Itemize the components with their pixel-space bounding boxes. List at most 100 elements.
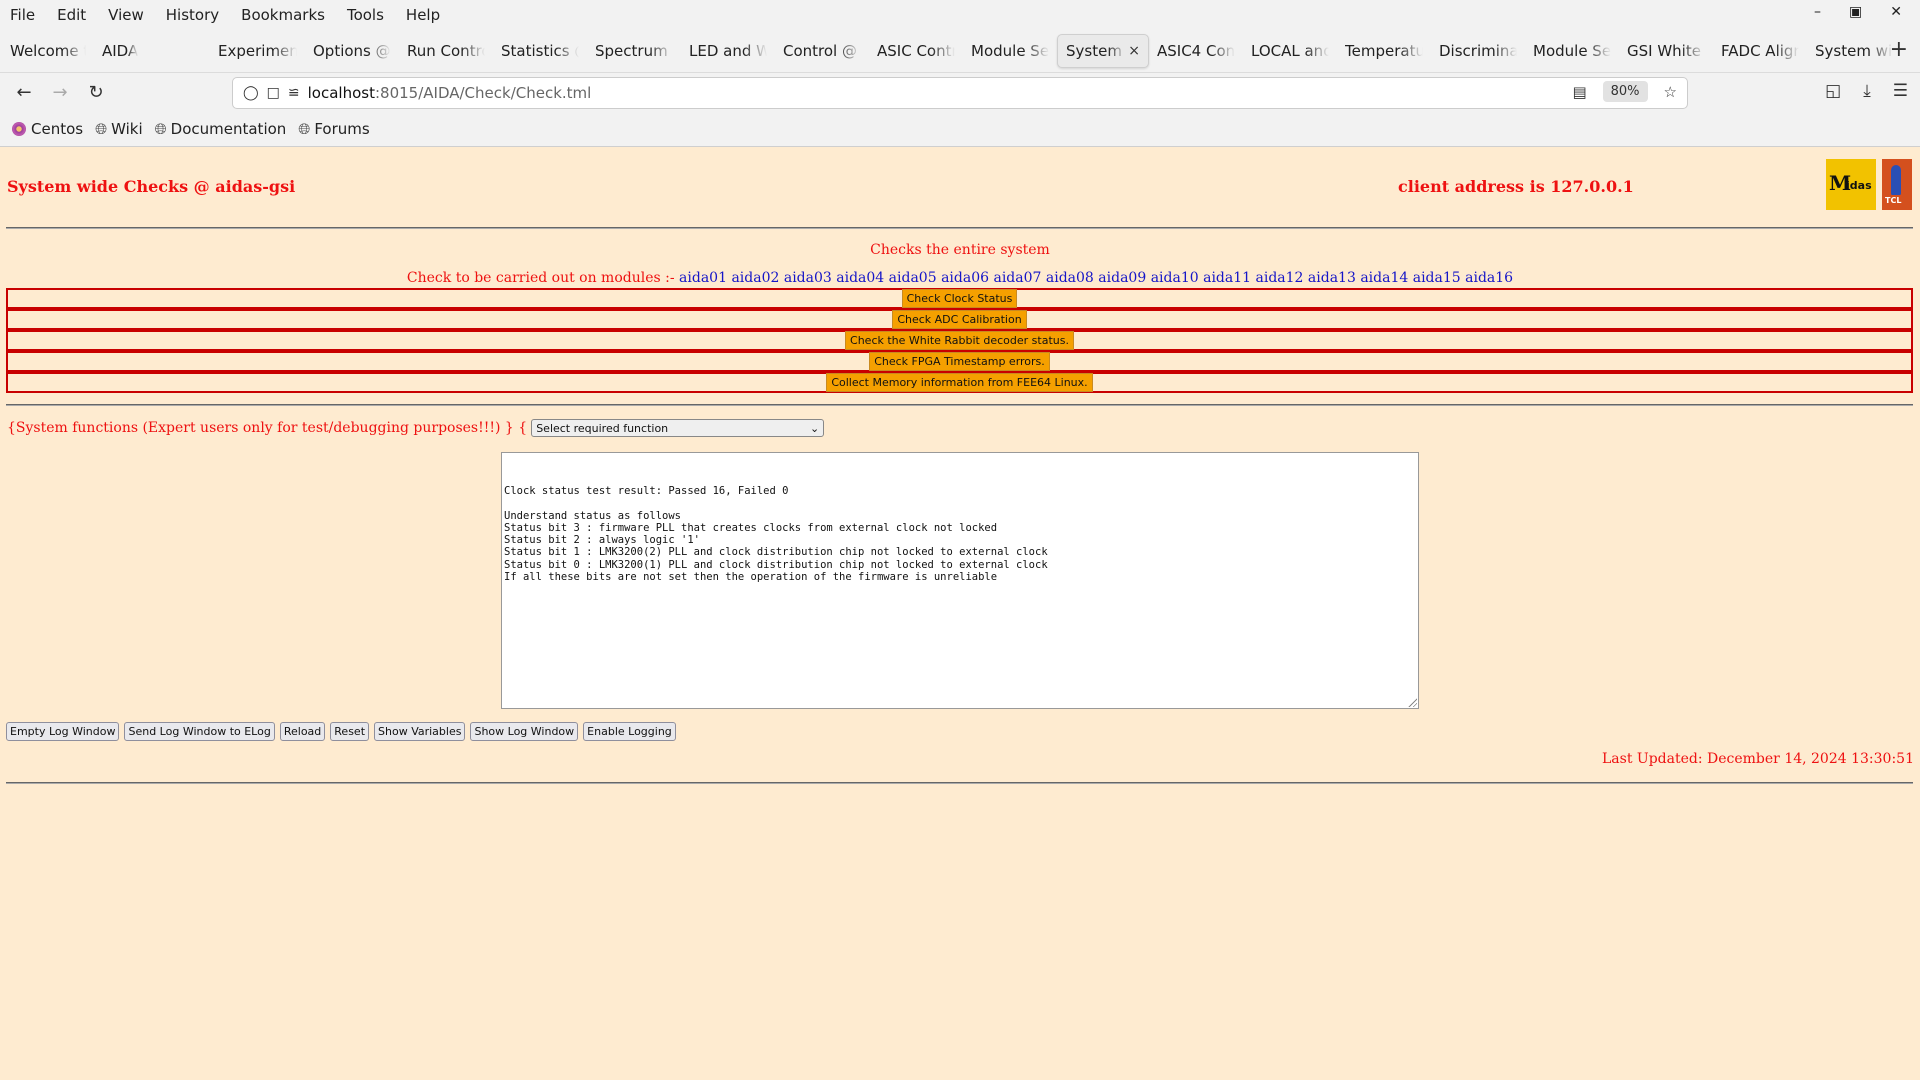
tcl-logo[interactable]: TCL <box>1882 159 1912 210</box>
app-menu-icon[interactable]: ☰ <box>1893 81 1908 101</box>
check-adc-calibration-button[interactable]: Check ADC Calibration <box>892 310 1027 329</box>
globe-icon: 🌐︎ <box>95 120 108 138</box>
module-link-aida02[interactable]: aida02 <box>731 270 779 286</box>
tab-15[interactable]: Discriminat <box>1431 34 1525 68</box>
module-link-aida04[interactable]: aida04 <box>836 270 884 286</box>
select-value: Select required function <box>536 421 669 435</box>
menu-view[interactable]: View <box>108 6 144 24</box>
module-link-aida12[interactable]: aida12 <box>1256 270 1304 286</box>
tab-0[interactable]: Welcome to <box>2 34 94 68</box>
tab-11[interactable]: System w× <box>1057 34 1149 68</box>
tab-3[interactable]: Options @ <box>305 34 399 68</box>
show-log-window-button[interactable]: Show Log Window <box>470 722 579 741</box>
reload-button[interactable]: Reload <box>279 722 326 741</box>
menu-tools[interactable]: Tools <box>347 6 384 24</box>
tab-12[interactable]: ASIC4 Cont <box>1149 34 1243 68</box>
url-host: localhost <box>307 84 375 102</box>
send-log-to-elog-button[interactable]: Send Log Window to ELog <box>124 722 275 741</box>
tab-19[interactable]: System wid <box>1807 34 1901 68</box>
bookmark-wiki[interactable]: 🌐︎ Wiki <box>95 120 143 138</box>
page-title: System wide Checks @ aidas-gsi <box>7 177 296 196</box>
log-window[interactable]: Clock status test result: Passed 16, Fai… <box>501 452 1419 709</box>
module-link-aida01[interactable]: aida01 <box>679 270 727 286</box>
menu-bookmarks[interactable]: Bookmarks <box>241 6 325 24</box>
module-link-aida09[interactable]: aida09 <box>1098 270 1146 286</box>
tab-8[interactable]: Control @ a <box>775 34 869 68</box>
reset-button[interactable]: Reset <box>330 722 370 741</box>
bookmark-forums[interactable]: 🌐︎ Forums <box>298 120 369 138</box>
tab-label: ASIC Contr <box>877 42 955 60</box>
system-functions: {System functions (Expert users only for… <box>7 419 825 437</box>
module-link-aida13[interactable]: aida13 <box>1308 270 1356 286</box>
divider <box>6 227 1913 229</box>
close-window-icon[interactable]: ✕ <box>1890 4 1902 20</box>
permissions-icon[interactable]: ≌ <box>288 85 300 101</box>
menu-edit[interactable]: Edit <box>57 6 86 24</box>
minimize-icon[interactable]: – <box>1814 4 1821 20</box>
close-tab-icon[interactable]: × <box>1128 43 1140 59</box>
check-row: Check ADC Calibration <box>6 309 1913 330</box>
pocket-icon[interactable]: ◱ <box>1825 81 1841 101</box>
module-link-aida07[interactable]: aida07 <box>993 270 1041 286</box>
menu-file[interactable]: File <box>10 6 35 24</box>
empty-log-window-button[interactable]: Empty Log Window <box>6 722 120 741</box>
forward-icon[interactable]: → <box>42 82 78 103</box>
new-tab-button[interactable]: + <box>1890 37 1908 62</box>
bookmark-documentation[interactable]: 🌐︎ Documentation <box>155 120 287 138</box>
tab-9[interactable]: ASIC Contr <box>869 34 963 68</box>
check-white-rabbit-button[interactable]: Check the White Rabbit decoder status. <box>845 331 1074 350</box>
tab-5[interactable]: Statistics @ <box>493 34 587 68</box>
maximize-icon[interactable]: ▣ <box>1849 4 1862 20</box>
tab-6[interactable]: Spectrum B <box>587 34 681 68</box>
back-icon[interactable]: ← <box>6 82 42 103</box>
tab-14[interactable]: Temperatur <box>1337 34 1431 68</box>
check-clock-status-button[interactable]: Check Clock Status <box>901 289 1018 308</box>
globe-icon: 🌐︎ <box>154 120 167 138</box>
check-row: Check Clock Status <box>6 288 1913 309</box>
collect-memory-info-button[interactable]: Collect Memory information from FEE64 Li… <box>826 373 1093 392</box>
tab-16[interactable]: Module Set <box>1525 34 1619 68</box>
tab-13[interactable]: LOCAL and <box>1243 34 1337 68</box>
tab-7[interactable]: LED and W <box>681 34 775 68</box>
resize-grip-icon[interactable] <box>1407 697 1417 707</box>
tab-label: Experiment <box>218 42 297 60</box>
page-icon: □ <box>266 85 280 101</box>
menu-help[interactable]: Help <box>406 6 440 24</box>
check-fpga-timestamp-button[interactable]: Check FPGA Timestamp errors. <box>869 352 1050 371</box>
tab-18[interactable]: FADC Align <box>1713 34 1807 68</box>
midas-logo-text: idas <box>1846 179 1872 192</box>
tab-1[interactable]: AIDA <box>94 34 182 68</box>
reload-icon[interactable]: ↻ <box>78 82 114 103</box>
module-link-aida14[interactable]: aida14 <box>1360 270 1408 286</box>
tab-label: ASIC4 Cont <box>1157 42 1235 60</box>
module-link-aida10[interactable]: aida10 <box>1151 270 1199 286</box>
last-updated: Last Updated: December 14, 2024 13:30:51 <box>1602 751 1914 767</box>
module-link-aida08[interactable]: aida08 <box>1046 270 1094 286</box>
modules-prefix: Check to be carried out on modules :- <box>406 270 680 286</box>
module-link-aida05[interactable]: aida05 <box>889 270 937 286</box>
module-link-aida03[interactable]: aida03 <box>784 270 832 286</box>
client-address: client address is 127.0.0.1 <box>1398 177 1634 196</box>
module-link-aida11[interactable]: aida11 <box>1203 270 1251 286</box>
url-bar[interactable]: ◯ □ ≌ localhost:8015/AIDA/Check/Check.tm… <box>232 77 1688 109</box>
tab-4[interactable]: Run Contro <box>399 34 493 68</box>
tab-17[interactable]: GSI White R <box>1619 34 1713 68</box>
system-function-select[interactable]: Select required function ⌄ <box>531 419 825 437</box>
bookmarks-toolbar: Centos 🌐︎ Wiki 🌐︎ Documentation 🌐︎ Forums <box>0 112 1920 147</box>
tab-label: GSI White R <box>1627 42 1705 60</box>
module-link-aida06[interactable]: aida06 <box>941 270 989 286</box>
bookmark-star-icon[interactable]: ☆ <box>1664 83 1677 101</box>
midas-logo[interactable]: M idas <box>1826 159 1876 210</box>
reader-view-icon[interactable]: ▤ <box>1572 83 1586 101</box>
show-variables-button[interactable]: Show Variables <box>374 722 466 741</box>
menu-history[interactable]: History <box>166 6 219 24</box>
tab-2[interactable]: Experiment <box>210 34 305 68</box>
module-link-aida15[interactable]: aida15 <box>1413 270 1461 286</box>
downloads-icon[interactable]: ⤓ <box>1863 81 1871 101</box>
module-link-aida16[interactable]: aida16 <box>1465 270 1513 286</box>
bookmark-centos[interactable]: Centos <box>12 120 83 138</box>
shield-icon[interactable]: ◯ <box>243 85 259 101</box>
enable-logging-button[interactable]: Enable Logging <box>583 722 676 741</box>
zoom-level[interactable]: 80% <box>1602 81 1648 102</box>
tab-10[interactable]: Module Set <box>963 34 1057 68</box>
